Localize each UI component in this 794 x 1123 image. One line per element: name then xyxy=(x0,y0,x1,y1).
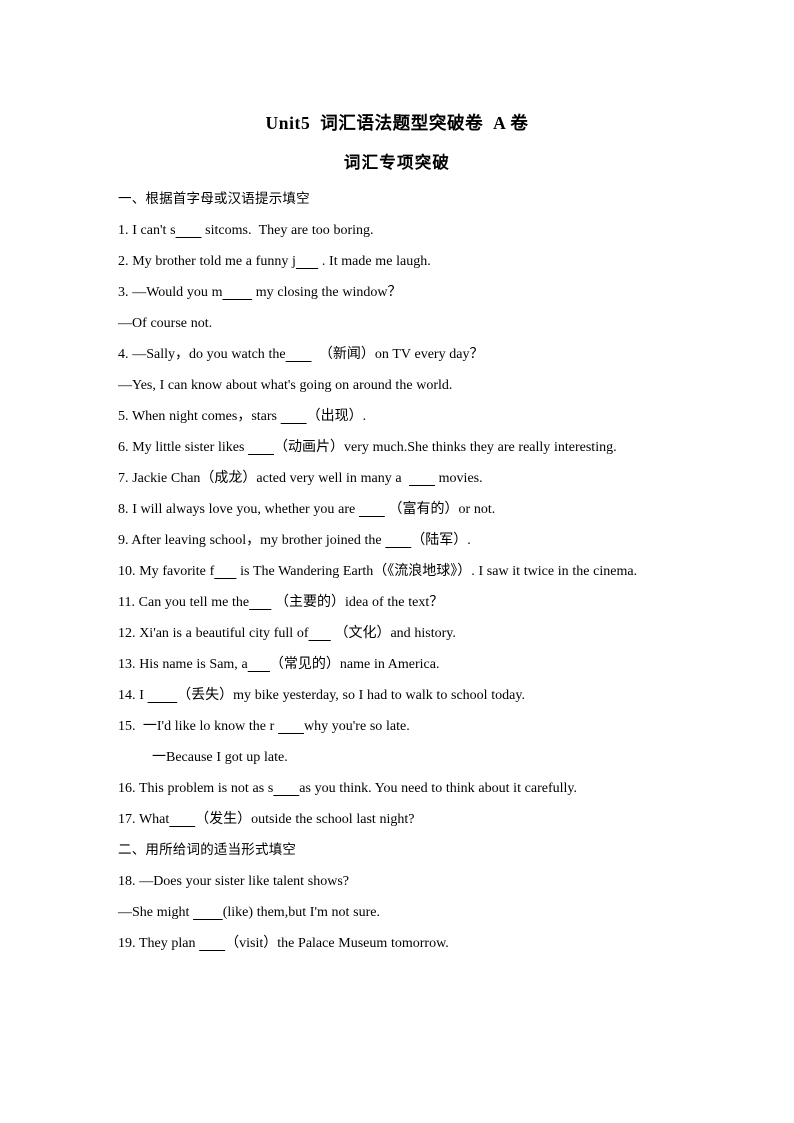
question-line: 10. My favorite f is The Wandering Earth… xyxy=(118,564,638,579)
answer-blank[interactable] xyxy=(286,347,312,362)
answer-blank[interactable] xyxy=(249,595,271,610)
answer-blank[interactable] xyxy=(148,688,178,703)
question-line: 18. —Does your sister like talent shows? xyxy=(118,874,349,889)
answer-blank[interactable] xyxy=(199,936,225,951)
question-line: 4. —Sally，do you watch the （新闻）on TV eve… xyxy=(118,347,484,362)
answer-blank[interactable] xyxy=(278,719,304,734)
question-line: 15. 一I'd like lo know the r why you're s… xyxy=(118,719,410,734)
answer-blank[interactable] xyxy=(296,254,318,269)
answer-blank[interactable] xyxy=(214,564,236,579)
answer-blank[interactable] xyxy=(309,626,331,641)
answer-blank[interactable] xyxy=(222,285,252,300)
document-subtitle: 词汇专项突破 xyxy=(343,153,451,172)
document-title: Unit5 词汇语法题型突破卷 A 卷 xyxy=(265,113,529,133)
answer-blank[interactable] xyxy=(169,812,195,827)
question-line: 11. Can you tell me the （主要的）idea of the… xyxy=(118,595,444,610)
section-word-forms: 二、用所给词的适当形式填空 18. —Does your sister like… xyxy=(118,835,676,959)
question-list-1: 1. I can't s sitcoms. They are too borin… xyxy=(118,215,676,835)
question-line: 7. Jackie Chan（成龙）acted very well in man… xyxy=(118,471,483,486)
answer-blank[interactable] xyxy=(248,440,274,455)
question-line: 一Because I got up late. xyxy=(152,750,288,765)
question-line: 6. My little sister likes （动画片）very much… xyxy=(118,440,617,455)
question-line: 5. When night comes，stars （出现）. xyxy=(118,409,367,424)
question-line: 19. They plan （visit）the Palace Museum t… xyxy=(118,936,449,951)
question-line: 2. My brother told me a funny j . It mad… xyxy=(118,254,431,269)
question-line: 14. I （丢失）my bike yesterday, so I had to… xyxy=(118,688,525,703)
answer-blank[interactable] xyxy=(273,781,299,796)
question-line: —Of course not. xyxy=(118,316,213,331)
question-line: 3. —Would you m my closing the window？ xyxy=(118,285,402,300)
question-line: 16. This problem is not as s as you thin… xyxy=(118,781,577,796)
document-body: Unit5 词汇语法题型突破卷 A 卷 词汇专项突破 一、根据首字母或汉语提示填… xyxy=(118,100,676,959)
question-line: 13. His name is Sam, a （常见的）name in Amer… xyxy=(118,657,440,672)
answer-blank[interactable] xyxy=(248,657,270,672)
answer-blank[interactable] xyxy=(409,471,435,486)
question-line: 1. I can't s sitcoms. They are too borin… xyxy=(118,223,374,238)
question-line: —She might (like) them,but I'm not sure. xyxy=(118,905,380,920)
document-page: Unit5 词汇语法题型突破卷 A 卷 词汇专项突破 一、根据首字母或汉语提示填… xyxy=(0,0,794,1123)
question-line: —Yes, I can know about what's going on a… xyxy=(118,378,453,393)
section-heading-1: 一、根据首字母或汉语提示填空 xyxy=(118,191,310,207)
answer-blank[interactable] xyxy=(281,409,307,424)
question-line: 17. What （发生）outside the school last nig… xyxy=(118,812,415,827)
answer-blank[interactable] xyxy=(193,905,223,920)
question-list-2: 18. —Does your sister like talent shows?… xyxy=(118,866,676,959)
question-line: 12. Xi'an is a beautiful city full of （文… xyxy=(118,626,456,641)
section-heading-2: 二、用所给词的适当形式填空 xyxy=(118,842,297,858)
section-vocabulary: 一、根据首字母或汉语提示填空 1. I can't s sitcoms. The… xyxy=(118,184,676,835)
answer-blank[interactable] xyxy=(385,533,411,548)
question-line: 9. After leaving school，my brother joine… xyxy=(118,533,471,548)
question-line: 8. I will always love you, whether you a… xyxy=(118,502,496,517)
answer-blank[interactable] xyxy=(359,502,385,517)
answer-blank[interactable] xyxy=(176,223,202,238)
